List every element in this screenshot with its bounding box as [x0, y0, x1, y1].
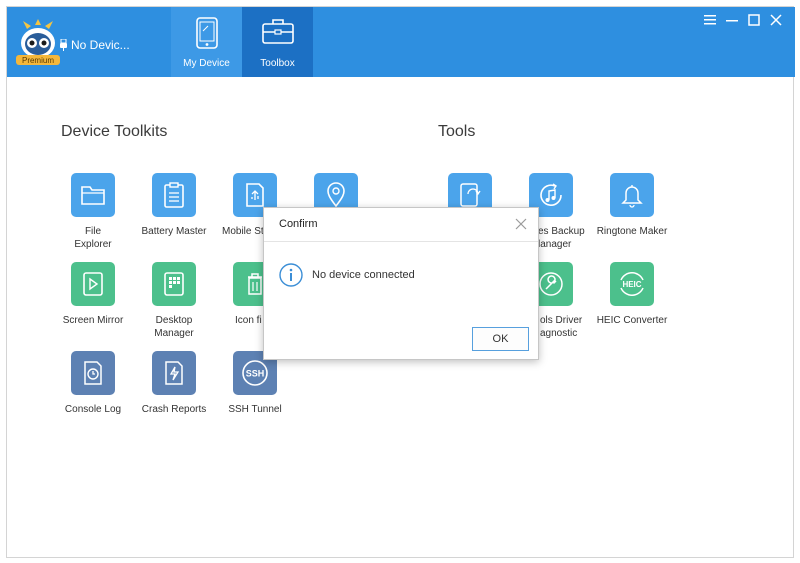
phone-icon [195, 17, 218, 49]
confirm-dialog: Confirm No device connected OK [263, 207, 539, 360]
tile-screen-mirror[interactable]: Screen Mirror [48, 262, 138, 327]
tile-label: Screen Mirror [62, 315, 124, 326]
tile-ssh-tunnel[interactable]: SSH SSH Tunnel [210, 351, 300, 416]
tab-my-device[interactable]: My Device [171, 7, 242, 77]
tile-file-explorer[interactable]: File Explorer [48, 173, 138, 251]
premium-badge: Premium [22, 56, 54, 65]
tile-label: HEIC Converter [596, 315, 668, 326]
tile-label: Console Log [64, 404, 122, 415]
tile-label: Battery Master [141, 226, 207, 237]
tile-desktop-manager[interactable]: Desktop Manager [129, 262, 219, 340]
menu-icon[interactable] [703, 13, 717, 27]
tile-battery-master[interactable]: Battery Master [129, 173, 219, 238]
tile-heic-converter[interactable]: HEIC HEIC Converter [587, 262, 677, 327]
tab-my-device-label: My Device [183, 58, 230, 69]
device-status-text: No Devic... [71, 38, 130, 52]
heic-icon: HEIC [610, 262, 654, 306]
usb-plug-icon [60, 39, 67, 51]
app-window: Premium No Devic... My Device Toolbox De… [6, 6, 795, 558]
maximize-icon[interactable] [747, 13, 761, 27]
device-status[interactable]: No Devic... [59, 38, 130, 52]
tab-toolbox[interactable]: Toolbox [242, 7, 313, 77]
ok-button[interactable]: OK [472, 327, 529, 351]
tile-ringtone-maker[interactable]: Ringtone Maker [587, 173, 677, 238]
close-icon[interactable] [514, 217, 528, 231]
folder-icon [71, 173, 115, 217]
lightning-icon [152, 351, 196, 395]
minimize-icon[interactable] [725, 13, 739, 27]
tile-label: File Explorer [74, 226, 112, 250]
tools-title: Tools [438, 123, 476, 140]
tile-crash-reports[interactable]: Crash Reports [129, 351, 219, 416]
bell-icon [610, 173, 654, 217]
tile-label: Crash Reports [141, 404, 207, 415]
dialog-message-row: No device connected [279, 263, 415, 287]
dialog-title: Confirm [279, 218, 318, 230]
dialog-message: No device connected [312, 269, 415, 281]
svg-text:SSH: SSH [246, 369, 265, 379]
clock-icon [71, 351, 115, 395]
close-icon[interactable] [769, 13, 783, 27]
window-controls [703, 13, 783, 27]
header-bar: Premium No Devic... My Device Toolbox [7, 7, 795, 77]
tile-label: SSH Tunnel [228, 404, 282, 415]
toolbox-icon [261, 19, 294, 44]
tile-console-log[interactable]: Console Log [48, 351, 138, 416]
play-icon [71, 262, 115, 306]
dialog-divider [264, 241, 538, 242]
device-toolkits-title: Device Toolkits [61, 123, 168, 140]
tile-label: Desktop Manager [154, 315, 194, 339]
tab-toolbox-label: Toolbox [260, 58, 295, 69]
app-logo: Premium [13, 19, 63, 67]
info-icon [279, 263, 303, 287]
svg-text:HEIC: HEIC [622, 280, 641, 289]
clipboard-icon [152, 173, 196, 217]
grid-icon [152, 262, 196, 306]
tile-label: Ringtone Maker [596, 226, 668, 237]
